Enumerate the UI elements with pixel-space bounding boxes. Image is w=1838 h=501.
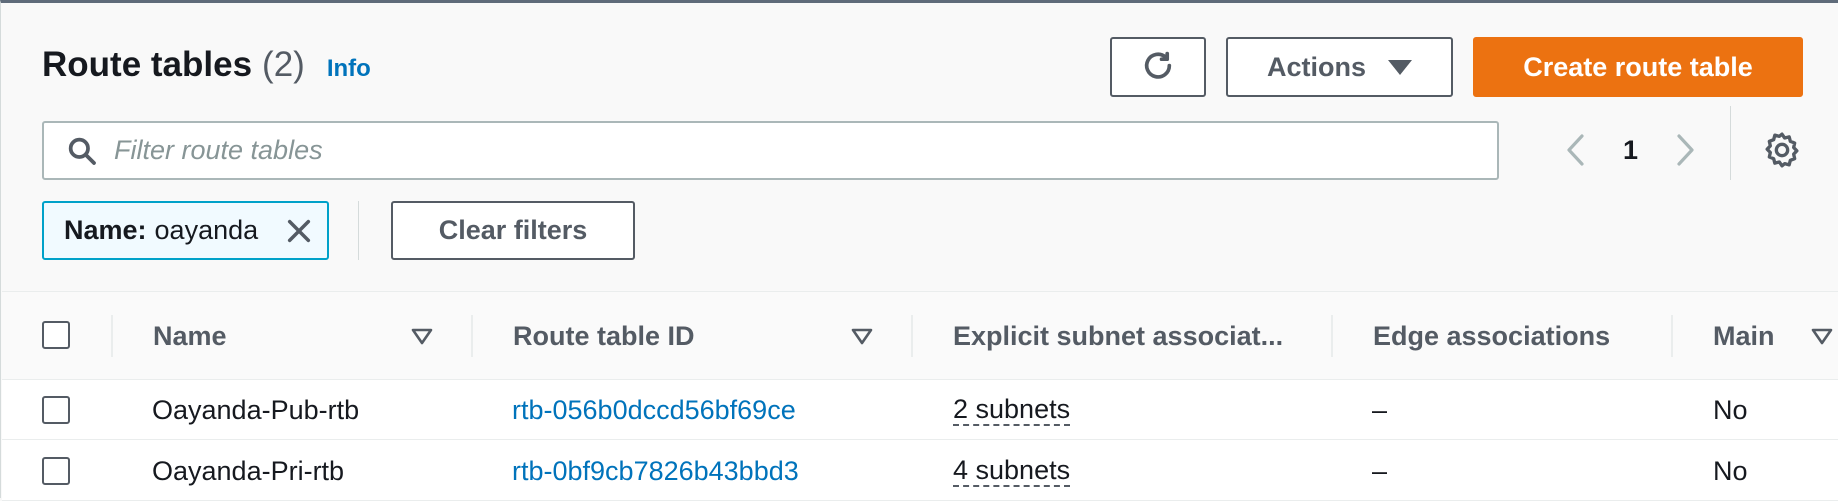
route-table-count: (2) (262, 45, 305, 84)
edge-associations: – (1372, 394, 1388, 425)
table-header: Name Route table ID Explicit subnet asso… (2, 292, 1838, 380)
sort-icon[interactable] (411, 328, 433, 346)
subnet-associations[interactable]: 4 subnets (953, 455, 1071, 487)
column-header-edge-associations[interactable]: Edge associations (1373, 292, 1610, 380)
column-header-explicit-subnet-associations[interactable]: Explicit subnet associat... (953, 292, 1283, 380)
select-all-checkbox[interactable] (42, 321, 70, 349)
column-header-main[interactable]: Main (1713, 292, 1775, 380)
refresh-button[interactable] (1110, 37, 1206, 97)
route-table-name: Oayanda-Pri-rtb (152, 455, 345, 486)
search-icon (68, 137, 96, 165)
title-text: Route tables (42, 45, 253, 84)
caret-down-icon (1388, 59, 1412, 75)
chevron-right-icon[interactable] (1665, 130, 1705, 170)
page-title: Route tables (2) Info (42, 45, 371, 85)
column-separator (471, 315, 473, 357)
actions-button[interactable]: Actions (1226, 37, 1453, 97)
create-route-table-button[interactable]: Create route table (1473, 37, 1803, 97)
filter-box (42, 121, 1499, 180)
pagination-divider (1730, 106, 1731, 180)
table-row[interactable]: Oayanda-Pri-rtb rtb-0bf9cb7826b43bbd3 4 … (2, 441, 1838, 501)
column-header-route-table-id[interactable]: Route table ID (513, 292, 695, 380)
info-link[interactable]: Info (327, 55, 371, 83)
route-table-id-link[interactable]: rtb-0bf9cb7826b43bbd3 (512, 456, 799, 487)
filter-token-value: oayanda (154, 215, 259, 245)
column-header-name[interactable]: Name (153, 292, 227, 380)
edge-associations: – (1372, 455, 1388, 486)
route-table-id-link[interactable]: rtb-056b0dccd56bf69ce (512, 395, 796, 426)
main-value: No (1713, 455, 1748, 486)
column-separator (111, 315, 113, 357)
sort-icon[interactable] (851, 328, 873, 346)
chevron-left-icon[interactable] (1556, 130, 1596, 170)
sort-icon[interactable] (1811, 328, 1833, 346)
route-table-name: Oayanda-Pub-rtb (152, 394, 360, 425)
row-checkbox[interactable] (42, 396, 70, 424)
subnet-associations[interactable]: 2 subnets (953, 394, 1071, 426)
close-icon[interactable] (285, 217, 313, 245)
filter-token: Name: oayanda (42, 201, 329, 260)
refresh-icon (1144, 51, 1172, 79)
column-separator (1331, 315, 1333, 357)
row-checkbox[interactable] (42, 457, 70, 485)
token-divider (358, 201, 359, 260)
route-tables-panel: Route tables (2) Info Actions Create rou… (0, 0, 1838, 501)
column-separator (911, 315, 913, 357)
filter-input[interactable] (114, 135, 1464, 166)
filter-token-key: Name: (64, 215, 147, 245)
column-separator (1671, 315, 1673, 357)
main-value: No (1713, 394, 1748, 425)
pagination: 1 (1556, 125, 1705, 175)
actions-label: Actions (1266, 51, 1366, 82)
route-tables-table: Name Route table ID Explicit subnet asso… (2, 291, 1838, 501)
gear-icon[interactable] (1762, 130, 1802, 170)
clear-filters-button[interactable]: Clear filters (391, 201, 635, 260)
current-page[interactable]: 1 (1623, 135, 1638, 166)
table-row[interactable]: Oayanda-Pub-rtb rtb-056b0dccd56bf69ce 2 … (2, 380, 1838, 440)
